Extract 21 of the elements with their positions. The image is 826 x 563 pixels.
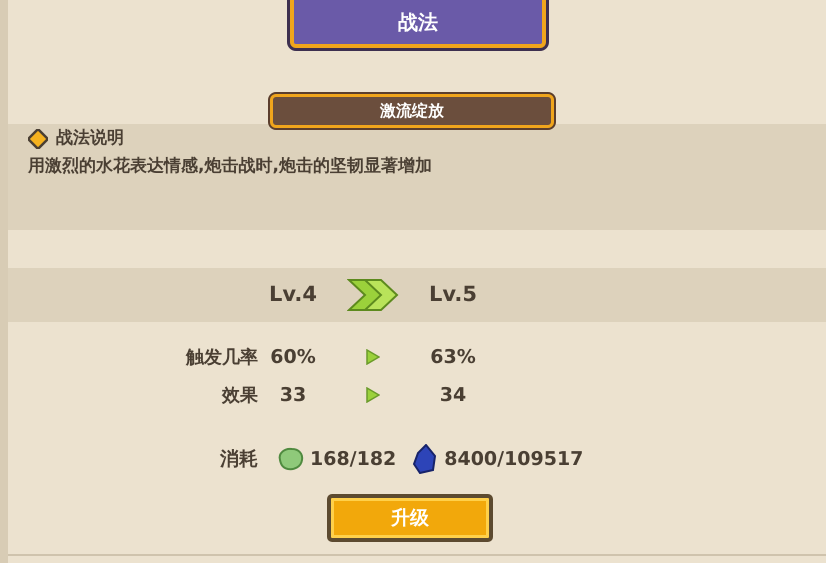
double-chevron-icon [347, 278, 399, 312]
arrow-icon [366, 387, 380, 403]
stat-label: 效果 [220, 384, 258, 408]
stat-current-value: 60% [269, 344, 317, 370]
stat-next-value: 63% [429, 344, 477, 370]
description-heading: 战法说明 [56, 127, 124, 150]
diamond-icon [28, 128, 48, 149]
description-text: 用激烈的水花表达情感,炮击战时,炮击的坚韧显著增加 [28, 154, 433, 178]
arrow-icon [366, 349, 380, 365]
panel-title: 战法 [290, 0, 546, 48]
stat-label: 触发几率 [184, 346, 258, 370]
crystal-icon [412, 444, 438, 474]
upgrade-button[interactable]: 升级 [327, 494, 493, 542]
next-level: Lv.5 [428, 281, 478, 308]
skill-name-banner: 激流绽放 [270, 94, 554, 128]
cost-label: 消耗 [218, 446, 258, 472]
stat-current-value: 33 [278, 382, 308, 408]
stat-next-value: 34 [438, 382, 468, 408]
cost-amount: 168/182 [310, 446, 396, 472]
cost-amount: 8400/109517 [444, 446, 584, 472]
current-level: Lv.4 [268, 281, 318, 308]
